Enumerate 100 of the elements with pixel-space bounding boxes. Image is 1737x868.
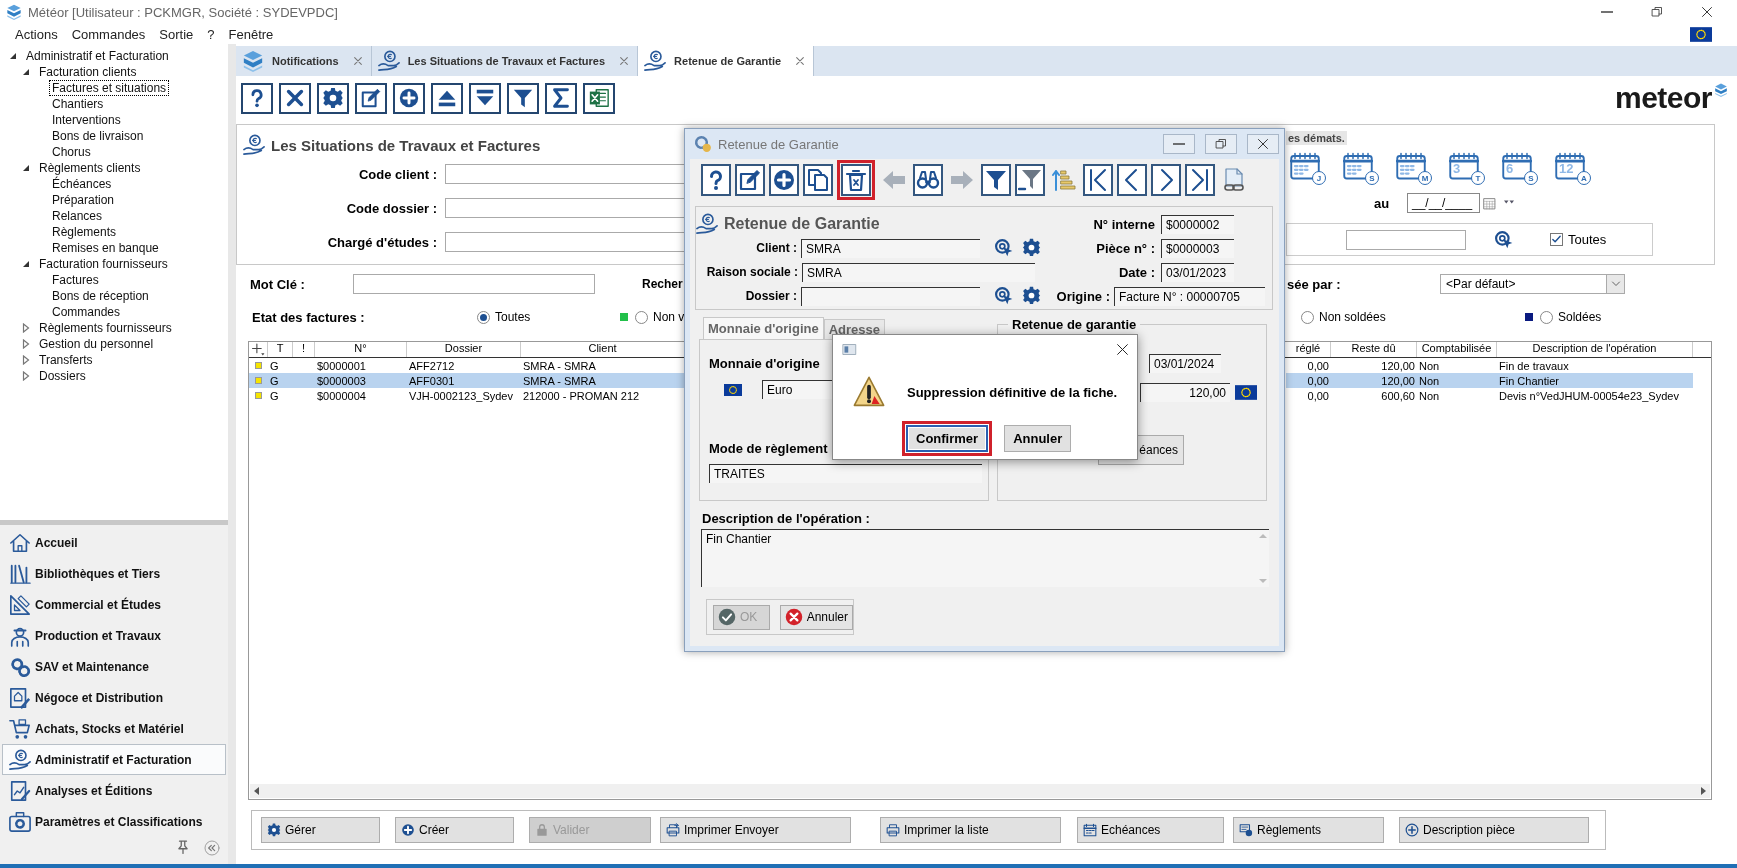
period-button[interactable]: S xyxy=(1343,151,1379,185)
module-item[interactable]: SAV et Maintenance xyxy=(2,651,226,682)
module-item[interactable]: Paramètres et Classifications xyxy=(2,806,226,837)
module-item[interactable]: Production et Travaux xyxy=(2,620,226,651)
tree-item[interactable]: Relances xyxy=(50,209,105,223)
radio-button[interactable] xyxy=(1540,310,1553,324)
tree-item[interactable]: Remises en banque xyxy=(50,241,161,255)
menu-item[interactable]: Fenêtre xyxy=(221,26,281,42)
tree-arrow-icon[interactable] xyxy=(21,163,31,173)
payment-mode-field[interactable]: TRAITES xyxy=(709,464,982,483)
checkbox[interactable] xyxy=(1550,233,1563,246)
tree-item[interactable]: Chorus xyxy=(50,145,93,159)
tree-item[interactable]: Règlements clients xyxy=(37,161,143,175)
radio-button[interactable] xyxy=(477,310,490,324)
text-field[interactable]: $0000002 xyxy=(1161,214,1234,234)
menu-item[interactable]: ? xyxy=(200,26,222,42)
table-row[interactable]: G $0000003 AFF0301 SMRA - SMRA xyxy=(249,373,685,388)
text-field[interactable]: SMRA xyxy=(801,238,980,258)
period-button[interactable]: 3 T xyxy=(1449,151,1485,185)
text-field[interactable]: 03/01/2023 xyxy=(1161,262,1234,282)
table-row[interactable]: G $0000001 AFF2712 SMRA - SMRA xyxy=(249,358,685,373)
menu-item[interactable]: Sortie xyxy=(152,26,201,42)
toolbar-button[interactable] xyxy=(769,164,799,196)
text-field[interactable] xyxy=(445,198,685,218)
module-item[interactable]: Achats, Stocks et Matériel xyxy=(2,713,226,744)
close-button[interactable] xyxy=(1247,134,1279,154)
table-row[interactable]: 0,00 120,00 Non Fin de travaux xyxy=(1286,358,1693,373)
column-header[interactable]: réglé xyxy=(1286,342,1331,357)
toolbar-button[interactable] xyxy=(469,82,501,114)
action-button[interactable]: Règlements xyxy=(1233,817,1384,843)
module-item[interactable]: Négoce et Distribution xyxy=(2,682,226,713)
column-header[interactable]: ! xyxy=(293,342,315,357)
text-field[interactable]: $0000003 xyxy=(1161,238,1234,258)
action-button[interactable]: Imprimer Envoyer xyxy=(660,817,851,843)
text-field[interactable] xyxy=(1346,229,1466,250)
module-item[interactable]: Administratif et Facturation xyxy=(2,744,226,775)
toolbar-button[interactable] xyxy=(981,164,1011,196)
toolbar-button[interactable] xyxy=(913,164,943,196)
action-button[interactable]: Gérer xyxy=(261,817,380,843)
toolbar-button[interactable] xyxy=(241,82,273,114)
toolbar-button[interactable] xyxy=(279,82,311,114)
table-row[interactable]: 0,00 600,60 Non Devis n°VedJHUM-00054e23_Sydev xyxy=(1286,388,1693,403)
radio-button[interactable] xyxy=(1301,310,1314,324)
table-row[interactable]: 0,00 120,00 Non Fin Chantier xyxy=(1286,373,1693,388)
tree-arrow-icon[interactable] xyxy=(21,67,31,77)
module-item[interactable]: Analyses et Éditions xyxy=(2,775,226,806)
toolbar-button[interactable] xyxy=(1083,164,1113,196)
column-header[interactable]: Description de l'opération xyxy=(1497,342,1693,357)
text-field[interactable] xyxy=(445,232,685,252)
tree-item[interactable]: Factures et situations xyxy=(50,81,169,95)
text-field[interactable]: Facture N° : 00000705 xyxy=(1114,286,1265,306)
minimize-button[interactable] xyxy=(1163,134,1195,154)
period-button[interactable]: M xyxy=(1396,151,1432,185)
toolbar-button[interactable] xyxy=(701,164,731,196)
tree-item[interactable]: Facturation fournisseurs xyxy=(37,257,170,271)
date-field[interactable]: 03/01/2024 xyxy=(1149,354,1221,373)
dialog-button[interactable]: Annuler xyxy=(1004,425,1072,452)
period-button[interactable]: J xyxy=(1290,151,1326,185)
tree-item[interactable]: Règlements fournisseurs xyxy=(37,321,174,335)
tree-item[interactable]: Chantiers xyxy=(50,97,106,111)
toolbar-button[interactable] xyxy=(803,164,833,196)
toolbar-button[interactable] xyxy=(355,82,387,114)
tree-item[interactable]: Préparation xyxy=(50,193,117,207)
date-field[interactable]: __/__/____ xyxy=(1407,193,1480,213)
tree-item[interactable]: Transferts xyxy=(37,353,95,367)
toolbar-button[interactable] xyxy=(317,82,349,114)
table-row[interactable]: G $0000004 VJH-0002123_Sydev 212000 - PROMAN 212 xyxy=(249,388,685,403)
restore-button[interactable] xyxy=(1205,134,1237,154)
column-header[interactable]: Reste dû xyxy=(1331,342,1417,357)
toolbar-button[interactable] xyxy=(583,82,615,114)
tree-item[interactable]: Facturation clients xyxy=(37,65,139,79)
action-button[interactable]: Echéances xyxy=(1077,817,1224,843)
period-button[interactable]: 6 S xyxy=(1502,151,1538,185)
tree-item[interactable]: Bons de livraison xyxy=(50,129,146,143)
module-item[interactable]: Bibliothèques et Tiers xyxy=(2,558,226,589)
tree-item[interactable]: Interventions xyxy=(50,113,123,127)
column-header[interactable]: T xyxy=(268,342,293,357)
toolbar-button[interactable] xyxy=(393,82,425,114)
tree-item[interactable]: Factures xyxy=(50,273,101,287)
horizontal-scrollbar[interactable] xyxy=(250,784,1710,798)
text-field[interactable]: SMRA xyxy=(802,262,1035,282)
column-header[interactable]: N° xyxy=(315,342,407,357)
toolbar-button[interactable] xyxy=(1117,164,1147,196)
collapse-button[interactable] xyxy=(204,840,220,856)
tree-item[interactable]: Bons de réception xyxy=(50,289,151,303)
tree-item[interactable]: Administratif et Facturation xyxy=(24,49,171,63)
amount-field[interactable]: 120,00 xyxy=(1140,383,1230,402)
tree-item[interactable]: Échéances xyxy=(50,177,114,191)
action-button[interactable]: Créer xyxy=(395,817,514,843)
tab[interactable]: es démats. xyxy=(1286,131,1347,145)
module-item[interactable]: Accueil xyxy=(2,527,226,558)
sort-dropdown[interactable]: <Par défaut> xyxy=(1440,274,1625,294)
toolbar-button[interactable] xyxy=(1151,164,1181,196)
radio-button[interactable] xyxy=(635,310,648,324)
tab[interactable]: Monnaie d'origine xyxy=(703,317,824,339)
toolbar-button[interactable] xyxy=(735,164,765,196)
module-item[interactable]: Commercial et Études xyxy=(2,589,226,620)
dialog-button[interactable]: Confirmer xyxy=(906,425,989,452)
tab[interactable]: Notifications xyxy=(236,46,372,76)
period-button[interactable]: 12 A xyxy=(1555,151,1591,185)
